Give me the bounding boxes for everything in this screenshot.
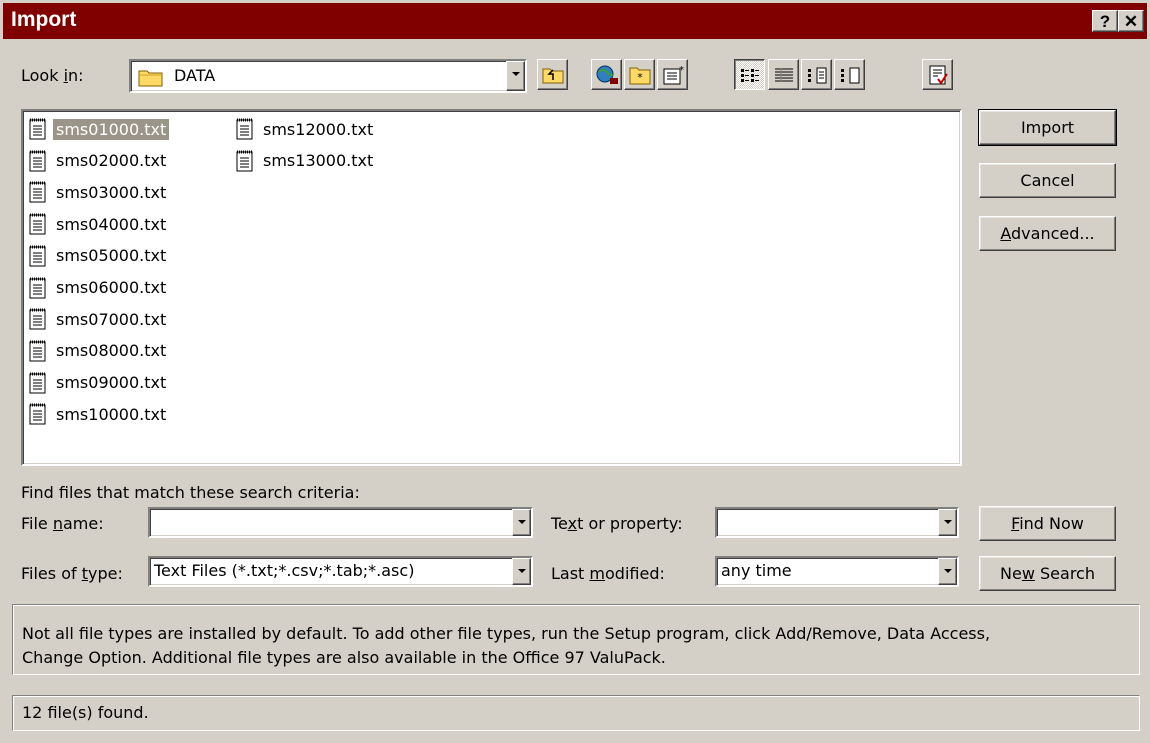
help-button[interactable]: ? <box>1092 10 1118 32</box>
look-in-dropdown-arrow[interactable] <box>506 61 525 91</box>
import-dialog: Import ? ✕ Look in: DATA * * sms01000.tx… <box>0 0 1150 743</box>
file-name-label: sms09000.txt <box>56 373 167 393</box>
file-name-label: sms08000.txt <box>56 341 167 361</box>
add-favorites-button[interactable]: * <box>657 59 688 90</box>
text-property-dropdown-arrow[interactable] <box>938 509 957 536</box>
svg-text:*: * <box>637 71 643 84</box>
status-text: 12 file(s) found. <box>22 703 149 722</box>
text-property-combo[interactable] <box>715 507 959 538</box>
add-favorites-icon: * <box>663 65 684 84</box>
folder-icon <box>138 70 163 87</box>
text-file-icon <box>29 277 46 298</box>
file-item[interactable]: sms13000.txt <box>236 147 376 175</box>
file-item[interactable]: sms04000.txt <box>29 210 169 238</box>
favorites-icon: * <box>629 67 650 84</box>
text-file-icon <box>29 213 46 235</box>
info-panel: Not all file types are installed by defa… <box>12 604 1140 675</box>
search-criteria-heading: Find files that match these search crite… <box>21 483 360 502</box>
file-name-label: sms05000.txt <box>56 246 167 266</box>
file-name-label: sms04000.txt <box>56 214 167 234</box>
text-file-icon <box>29 181 46 203</box>
file-list[interactable]: sms01000.txt sms02000.txt sms03000.txt sms0… <box>21 109 962 466</box>
file-name-label: sms13000.txt <box>263 151 374 171</box>
file-item[interactable]: sms06000.txt <box>29 274 169 302</box>
text-file-icon <box>236 150 253 172</box>
file-name-label: sms07000.txt <box>56 309 167 329</box>
preview-view-icon <box>840 67 859 83</box>
favorites-button[interactable]: * <box>624 59 655 90</box>
file-name-combo[interactable] <box>148 507 533 538</box>
text-file-icon <box>29 340 46 362</box>
file-item[interactable]: sms01000.txt <box>29 115 170 143</box>
last-modified-combo[interactable]: any time <box>715 556 959 587</box>
window-title: Import <box>11 8 77 31</box>
look-in-combo[interactable]: DATA <box>129 59 527 93</box>
file-item[interactable]: sms08000.txt <box>29 337 169 365</box>
text-file-icon <box>29 245 46 267</box>
advanced-button[interactable]: Advanced... <box>979 216 1116 251</box>
text-property-label: Text or property: <box>551 514 683 533</box>
last-modified-label: Last modified: <box>551 564 665 583</box>
details-view-icon <box>774 67 793 82</box>
file-name-label: sms12000.txt <box>263 119 374 139</box>
file-name-label: sms06000.txt <box>56 278 167 297</box>
file-name-label: sms03000.txt <box>56 182 167 202</box>
status-bar: 12 file(s) found. <box>12 695 1140 731</box>
last-modified-dropdown-arrow[interactable] <box>938 558 957 585</box>
text-file-icon <box>236 118 253 140</box>
look-in-label: Look in: <box>21 66 84 85</box>
last-modified-value: any time <box>721 561 792 580</box>
files-of-type-dropdown-arrow[interactable] <box>512 558 531 585</box>
commands-icon <box>929 65 948 85</box>
close-icon: ✕ <box>1123 11 1139 31</box>
info-text: Not all file types are installed by defa… <box>22 624 991 667</box>
help-icon: ? <box>1099 11 1111 31</box>
file-item[interactable]: sms09000.txt <box>29 369 169 397</box>
text-file-icon <box>29 118 46 140</box>
file-name-label: sms02000.txt <box>56 151 167 171</box>
search-web-button[interactable] <box>591 59 622 90</box>
cancel-button[interactable]: Cancel <box>979 163 1116 198</box>
text-file-icon <box>29 372 46 394</box>
file-name-dropdown-arrow[interactable] <box>512 509 531 536</box>
file-name-label: File name: <box>21 514 104 533</box>
title-bar[interactable]: Import ? ✕ <box>3 3 1147 39</box>
properties-view-button[interactable] <box>801 59 832 90</box>
file-name-label: sms10000.txt <box>56 404 167 424</box>
file-item[interactable]: sms05000.txt <box>29 242 169 270</box>
preview-view-button[interactable] <box>834 59 865 90</box>
text-file-icon <box>29 308 46 330</box>
files-of-type-value: Text Files (*.txt;*.csv;*.tab;*.asc) <box>154 561 415 580</box>
up-one-level-icon <box>542 68 563 83</box>
details-view-button[interactable] <box>768 59 799 90</box>
commands-settings-button[interactable] <box>922 59 953 90</box>
text-file-icon <box>29 403 46 425</box>
file-item[interactable]: sms07000.txt <box>29 305 169 333</box>
files-of-type-combo[interactable]: Text Files (*.txt;*.csv;*.tab;*.asc) <box>148 556 533 587</box>
text-file-icon <box>29 150 46 172</box>
up-one-level-button[interactable] <box>537 59 568 90</box>
files-of-type-label: Files of type: <box>21 564 123 583</box>
list-view-button[interactable] <box>734 59 765 90</box>
file-item[interactable]: sms10000.txt <box>29 400 169 428</box>
new-search-button[interactable]: New Search <box>979 556 1116 591</box>
find-now-button[interactable]: Find Now <box>979 506 1116 541</box>
import-button[interactable]: Import <box>978 109 1117 146</box>
file-item[interactable]: sms12000.txt <box>236 115 376 143</box>
search-web-icon <box>596 65 618 84</box>
look-in-value: DATA <box>174 66 216 85</box>
list-view-icon <box>740 68 759 82</box>
file-name-label: sms01000.txt <box>53 118 170 140</box>
file-item[interactable]: sms03000.txt <box>29 178 169 206</box>
svg-text:*: * <box>679 65 684 76</box>
close-button[interactable]: ✕ <box>1118 10 1144 32</box>
properties-view-icon <box>807 67 826 83</box>
file-item[interactable]: sms02000.txt <box>29 147 169 175</box>
